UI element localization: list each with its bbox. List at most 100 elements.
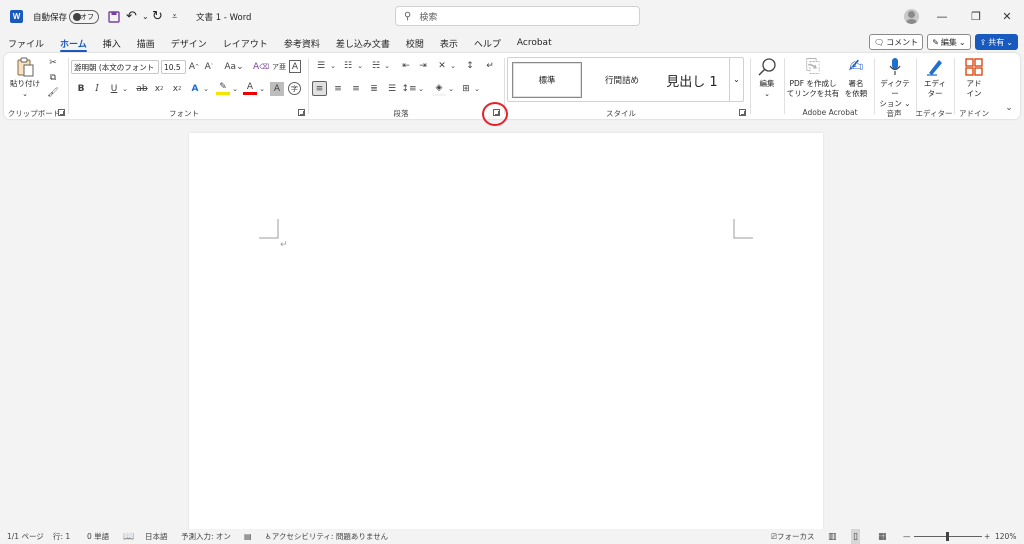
phonetic-guide-icon[interactable]: ア亜 (272, 60, 286, 74)
restore-icon[interactable]: ❐ (959, 0, 993, 33)
track-changes-icon[interactable]: ▤ (244, 529, 252, 544)
undo-dropdown-chevron-icon[interactable]: ⌄ (142, 0, 149, 33)
share-button[interactable]: ⇪ 共有 ⌄ (974, 34, 1018, 50)
tab-3[interactable]: 描画 (129, 33, 163, 53)
read-mode-icon[interactable]: ▥ (828, 529, 837, 544)
subscript-icon[interactable]: x2 (153, 83, 165, 95)
justify-icon[interactable]: ≣ (367, 82, 381, 96)
status-page-count[interactable]: 1/1 ページ (7, 529, 44, 544)
bold-icon[interactable]: B (75, 83, 87, 95)
show-formatting-marks-icon[interactable]: ↵ (482, 59, 498, 73)
search-input[interactable]: ⚲ 検索 (395, 6, 640, 26)
editor-button[interactable]: エディ ター (918, 55, 952, 99)
editing-button[interactable]: 編集 ⌄ (753, 55, 781, 99)
chevron-down-icon[interactable]: ⌄ (447, 82, 455, 96)
chevron-down-icon[interactable]: ⌄ (356, 59, 364, 73)
align-left-icon[interactable]: ≡ (312, 81, 327, 96)
zoom-level[interactable]: 120% (995, 529, 1016, 544)
styles-launcher-icon[interactable] (739, 109, 746, 116)
highlight-icon[interactable]: ✎ (216, 81, 230, 95)
text-effects-icon[interactable]: A (188, 83, 202, 95)
format-painter-icon[interactable]: 🖌 (47, 87, 59, 99)
chevron-down-icon[interactable]: ⌄ (231, 83, 239, 95)
chevron-down-icon[interactable]: ⌄ (121, 83, 129, 95)
edit-mode-button[interactable]: ✎ 編集 ⌄ (927, 34, 971, 50)
font-launcher-icon[interactable] (298, 109, 305, 116)
request-signature-button[interactable]: ✍ 署名 を依頼 (842, 55, 870, 99)
customize-toolbar-icon[interactable]: ⩡ (172, 0, 177, 33)
shrink-font-icon[interactable]: Aˇ (203, 60, 215, 74)
underline-icon[interactable]: U (107, 83, 121, 95)
zoom-slider-thumb[interactable] (946, 532, 949, 541)
tab-11[interactable]: Acrobat (509, 33, 560, 53)
change-case-button[interactable]: Aa ⌄ (223, 60, 245, 74)
style-gallery-more-icon[interactable]: ⌄ (729, 58, 743, 101)
chevron-down-icon[interactable]: ⌄ (473, 82, 481, 96)
chevron-down-icon[interactable]: ⌄ (449, 59, 457, 73)
tab-2[interactable]: 挿入 (95, 33, 129, 53)
comment-button[interactable]: 🗨 コメント (869, 34, 924, 50)
status-word-count[interactable]: 0 単語 (87, 529, 109, 544)
bullets-icon[interactable]: ☰ (313, 59, 329, 73)
font-size-combo[interactable]: 10.5 (161, 60, 186, 74)
align-right-icon[interactable]: ≡ (349, 82, 363, 96)
chevron-down-icon[interactable]: ⌄ (329, 59, 337, 73)
chevron-down-icon[interactable]: ⌄ (202, 83, 210, 95)
document-page[interactable]: ↵ (189, 133, 823, 544)
collapse-ribbon-chevron-icon[interactable]: ⌄ (1003, 103, 1015, 113)
increase-indent-icon[interactable]: ⇥ (416, 59, 430, 73)
avatar[interactable] (904, 9, 919, 24)
minimize-icon[interactable]: — (925, 0, 959, 33)
clear-formatting-icon[interactable]: A ⌫ (253, 60, 269, 74)
save-icon[interactable] (108, 0, 120, 33)
zoom-out-icon[interactable]: — (903, 529, 911, 544)
style-heading-1[interactable]: 見出し 1 (660, 62, 724, 98)
shading-icon[interactable]: ◈ (432, 82, 446, 96)
addins-button[interactable]: アド イン (957, 55, 991, 99)
accessibility-status[interactable]: ♿ アクセシビリティ: 問題ありません (265, 529, 388, 544)
redo-icon[interactable]: ↻ (152, 0, 163, 33)
autosave-toggle[interactable]: オフ (69, 0, 99, 33)
tab-1[interactable]: ホーム (52, 33, 95, 53)
zoom-slider[interactable] (914, 529, 982, 544)
undo-icon[interactable]: ↶ (126, 0, 137, 33)
font-name-combo[interactable]: 游明朝 (本文のフォント (71, 60, 159, 74)
chevron-down-icon[interactable]: ⌄ (417, 82, 425, 96)
close-icon[interactable]: ✕ (990, 0, 1024, 33)
dictate-button[interactable]: ディクテー ション ⌄ (877, 55, 913, 109)
italic-icon[interactable]: I (91, 83, 103, 95)
sort-icon[interactable]: ↕ (463, 59, 477, 73)
character-shading-icon[interactable]: A (270, 82, 284, 96)
style-no-spacing[interactable]: 行間詰め (586, 62, 658, 98)
paste-button[interactable]: 貼り付け ⌄ (10, 55, 40, 99)
tab-0[interactable]: ファイル (0, 33, 52, 53)
status-language[interactable]: 日本語 (145, 529, 168, 544)
enclosed-character-icon[interactable]: 字 (288, 82, 301, 95)
chevron-down-icon[interactable]: ⌄ (383, 59, 391, 73)
focus-mode-button[interactable]: ⎚ フォーカス (771, 529, 815, 544)
status-line[interactable]: 行: 1 (53, 529, 70, 544)
distributed-icon[interactable]: ☰ (385, 82, 399, 96)
clipboard-launcher-icon[interactable] (58, 109, 65, 116)
multilevel-list-icon[interactable]: ☵ (368, 59, 384, 73)
align-center-icon[interactable]: ≡ (331, 82, 345, 96)
spelling-check-icon[interactable]: 📖 (123, 529, 134, 544)
font-color-icon[interactable]: A (243, 81, 257, 95)
numbering-icon[interactable]: ☷ (340, 59, 356, 73)
print-layout-icon[interactable]: ▯ (851, 529, 860, 544)
tab-9[interactable]: 表示 (432, 33, 466, 53)
superscript-icon[interactable]: x2 (171, 83, 183, 95)
strikethrough-icon[interactable]: ab (135, 83, 149, 95)
chevron-down-icon[interactable]: ⌄ (258, 83, 266, 95)
style-normal[interactable]: 標準 (512, 62, 582, 98)
decrease-indent-icon[interactable]: ⇤ (399, 59, 413, 73)
tab-7[interactable]: 差し込み文書 (328, 33, 398, 53)
grow-font-icon[interactable]: A ^ (188, 60, 200, 74)
copy-icon[interactable]: ⧉ (47, 72, 59, 84)
borders-icon[interactable]: ⊞ (459, 82, 473, 96)
web-layout-icon[interactable]: ▦ (878, 529, 887, 544)
tab-8[interactable]: 校閲 (398, 33, 432, 53)
status-text-prediction[interactable]: 予測入力: オン (181, 529, 231, 544)
tab-6[interactable]: 参考資料 (276, 33, 328, 53)
enclose-characters-icon[interactable]: A (289, 60, 301, 73)
